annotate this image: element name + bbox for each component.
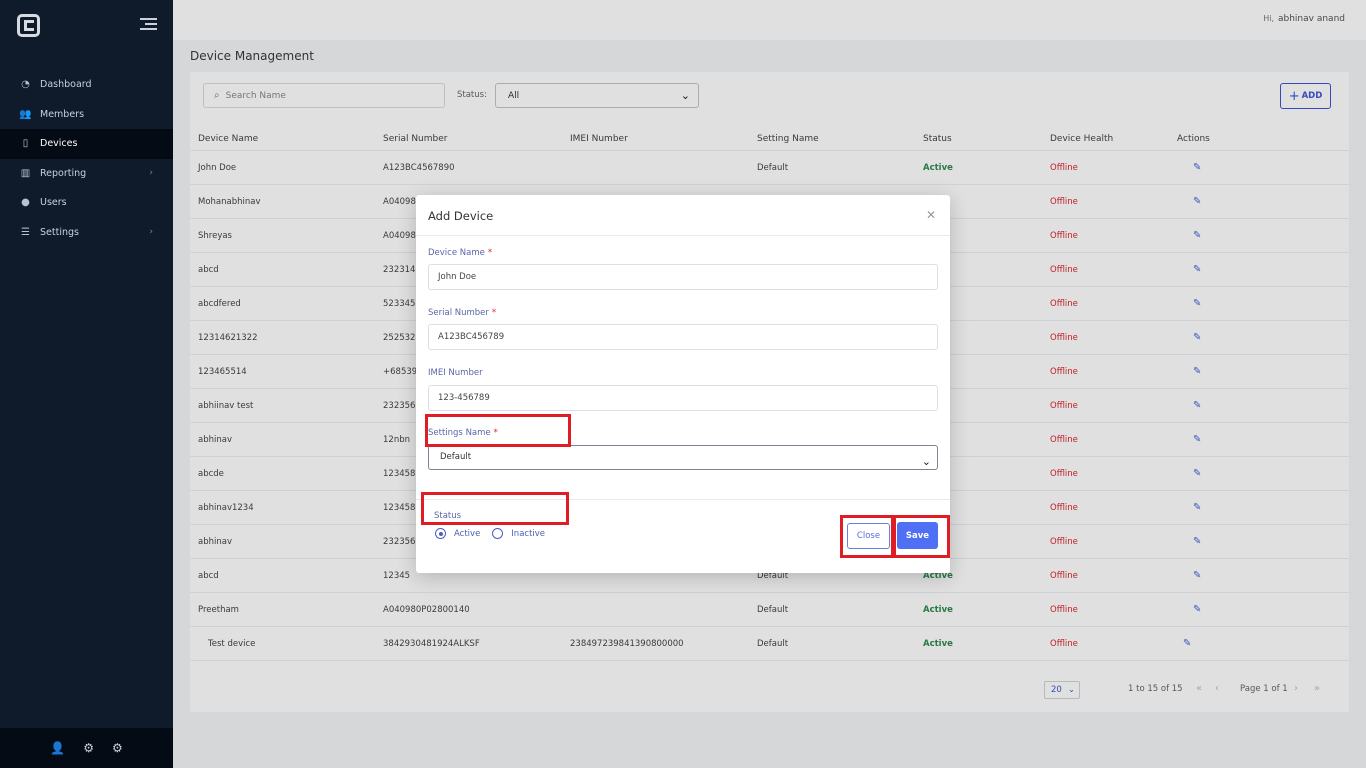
required-marker: * bbox=[487, 248, 493, 258]
sidebar-nav: ◔ Dashboard 👥 Members ▯ Devices ▥ Reporting › ● Us… bbox=[0, 70, 173, 247]
status-inactive-radio[interactable] bbox=[492, 528, 504, 539]
sidebar-item-label: Dashboard bbox=[40, 79, 92, 91]
sliders-icon: ☰ bbox=[21, 226, 30, 238]
menu-toggle-icon[interactable] bbox=[140, 18, 157, 30]
status-radio-group: Active Inactive bbox=[435, 528, 557, 539]
modal-title: Add Device bbox=[428, 209, 494, 223]
sidebar-item-dashboard[interactable]: ◔ Dashboard bbox=[0, 70, 173, 100]
cogs-icon[interactable]: ⚙ bbox=[83, 741, 94, 755]
sidebar-footer: 👤 ⚙ ⚙ bbox=[0, 728, 173, 768]
sidebar-item-label: Members bbox=[40, 108, 85, 120]
bar-chart-icon: ▥ bbox=[20, 167, 31, 179]
sidebar-item-label: Settings bbox=[40, 226, 79, 238]
settings-name-value: Default bbox=[440, 452, 472, 462]
serial-number-label-text: Serial Number bbox=[428, 308, 489, 318]
chevron-down-icon: ⌄ bbox=[921, 455, 931, 468]
device-name-input[interactable]: John Doe bbox=[428, 264, 938, 290]
modal-header: Add Device ✕ bbox=[416, 195, 950, 236]
device-name-label-text: Device Name bbox=[428, 248, 485, 258]
highlight-box-close-button bbox=[840, 515, 894, 558]
app-logo[interactable] bbox=[17, 14, 40, 37]
sidebar-item-users[interactable]: ● Users bbox=[0, 188, 173, 218]
settings-name-select[interactable]: Default ⌄ bbox=[428, 445, 938, 470]
members-icon: 👥 bbox=[19, 108, 32, 120]
sidebar-item-members[interactable]: 👥 Members bbox=[0, 100, 173, 130]
sidebar-item-label: Devices bbox=[40, 138, 78, 150]
sidebar: ◔ Dashboard 👥 Members ▯ Devices ▥ Reporting › ● Us… bbox=[0, 0, 173, 768]
device-name-label: Device Name * bbox=[428, 248, 492, 258]
close-icon[interactable]: ✕ bbox=[926, 208, 936, 222]
user-icon: ● bbox=[21, 197, 30, 209]
chevron-right-icon: › bbox=[149, 168, 153, 179]
status-active-label[interactable]: Active bbox=[454, 529, 480, 539]
highlight-box-status bbox=[421, 492, 569, 525]
sidebar-item-settings[interactable]: ☰ Settings › bbox=[0, 218, 173, 248]
user-settings-icon[interactable]: 👤 bbox=[50, 741, 65, 755]
required-marker: * bbox=[491, 308, 497, 318]
sidebar-item-reporting[interactable]: ▥ Reporting › bbox=[0, 159, 173, 189]
device-tablet-icon: ▯ bbox=[22, 138, 29, 150]
sidebar-item-label: Reporting bbox=[40, 167, 87, 179]
sidebar-item-devices[interactable]: ▯ Devices bbox=[0, 129, 173, 159]
highlight-box-settings-name bbox=[425, 414, 571, 447]
status-active-radio[interactable] bbox=[435, 528, 446, 539]
status-inactive-label[interactable]: Inactive bbox=[511, 529, 545, 539]
imei-number-label: IMEI Number bbox=[428, 368, 483, 378]
sidebar-item-label: Users bbox=[40, 197, 67, 209]
serial-number-label: Serial Number * bbox=[428, 308, 496, 318]
highlight-box-save-button bbox=[893, 515, 950, 558]
serial-number-input[interactable]: A123BC456789 bbox=[428, 324, 938, 350]
gear-icon[interactable]: ⚙ bbox=[112, 741, 123, 755]
dashboard-gauge-icon: ◔ bbox=[21, 79, 30, 91]
imei-number-input[interactable]: 123-456789 bbox=[428, 385, 938, 411]
chevron-right-icon: › bbox=[149, 227, 153, 238]
